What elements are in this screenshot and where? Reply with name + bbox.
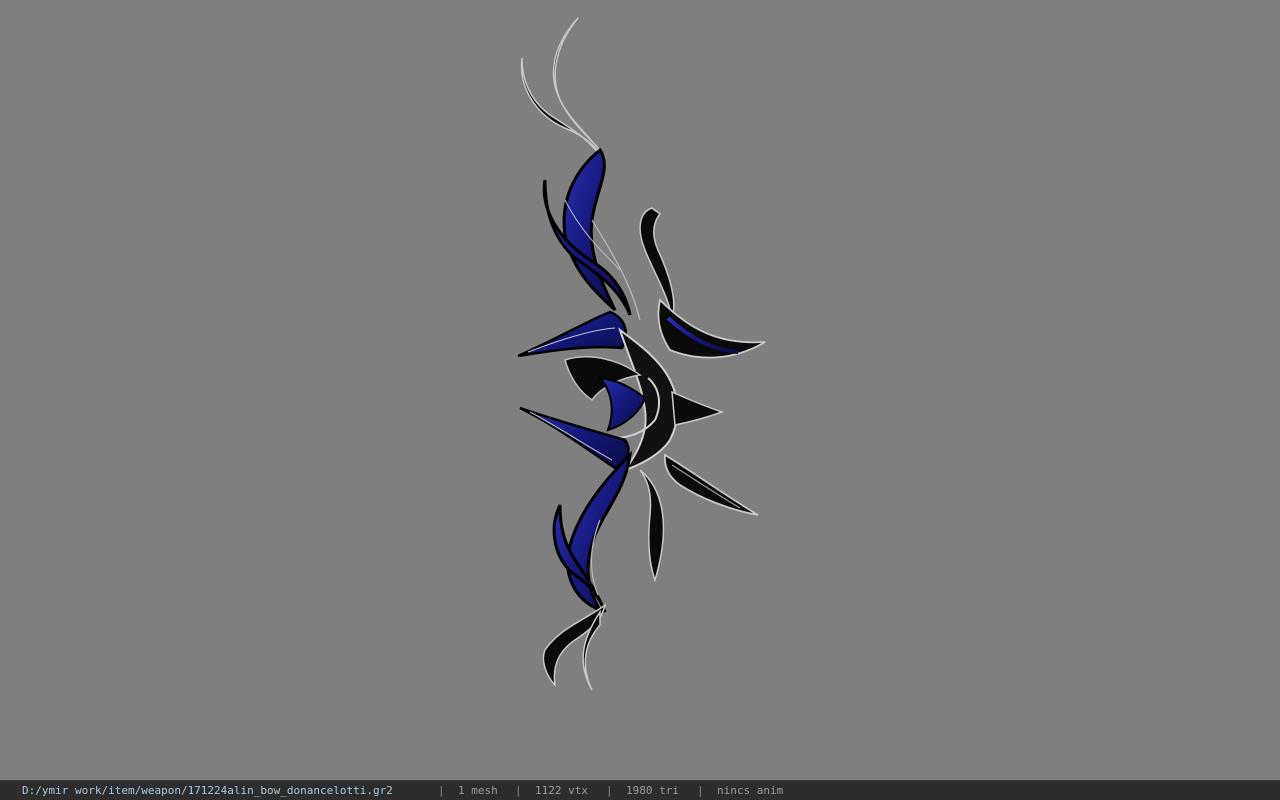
bow-model[interactable] <box>0 0 1280 780</box>
bow-lower-spike-right <box>664 453 759 516</box>
bow-upper-limb <box>542 147 641 321</box>
bow-lower-limb <box>552 450 665 614</box>
separator: | <box>438 784 445 797</box>
3d-viewport[interactable] <box>0 0 1280 780</box>
vertex-count-label: 1122 vtx <box>535 784 588 797</box>
separator: | <box>515 784 522 797</box>
bow-upper-tip <box>520 17 606 163</box>
status-bar: D:/ymir work/item/weapon/171224alin_bow_… <box>0 780 1280 800</box>
separator: | <box>697 784 704 797</box>
bow-upper-spike-left <box>517 310 627 358</box>
triangle-count-label: 1980 tri <box>626 784 679 797</box>
separator: | <box>606 784 613 797</box>
mesh-count-label: 1 mesh <box>458 784 498 797</box>
bow-upper-curl-right <box>639 207 766 359</box>
animation-status-label: nincs anim <box>717 784 784 797</box>
bow-lower-tip <box>542 603 607 691</box>
file-path-label: D:/ymir work/item/weapon/171224alin_bow_… <box>22 784 393 797</box>
